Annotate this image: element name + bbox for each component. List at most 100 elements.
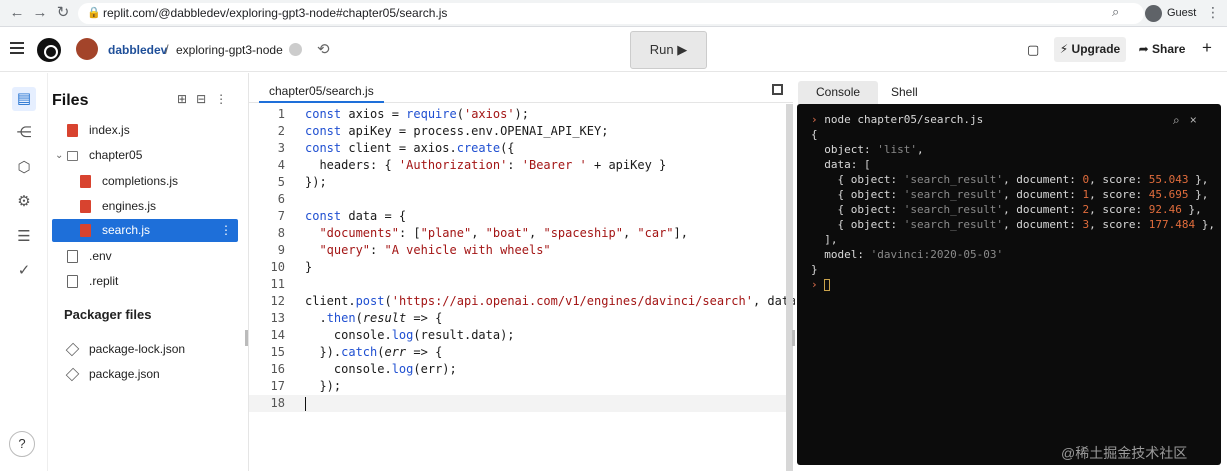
editor-scrollbar[interactable] xyxy=(786,104,793,471)
browser-toolbar: ← → ↻ 🔒 replit.com/@dabbledev/exploring-… xyxy=(0,0,1227,27)
search-icon[interactable]: ⌕ xyxy=(1173,113,1180,127)
code-editor: chapter05/search.js 1 const axios = requi… xyxy=(248,73,804,471)
back-icon[interactable]: ← xyxy=(8,4,26,22)
console-tab-bar: Console Shell xyxy=(795,73,1227,104)
console-line: } xyxy=(811,263,818,276)
chevron-down-icon: ⌄ xyxy=(55,150,64,161)
code-line: 3 const client = axios.create({ xyxy=(277,141,515,155)
file-item[interactable]: index.js xyxy=(52,119,238,142)
file-name: package-lock.json xyxy=(89,342,186,356)
file-name: package.json xyxy=(89,367,160,381)
database-icon[interactable]: ☰ xyxy=(12,225,36,249)
js-file-icon xyxy=(80,224,91,237)
packages-icon[interactable]: ⬡ xyxy=(12,156,36,180)
zoom-icon[interactable]: ⌕ xyxy=(1112,4,1119,20)
file-menu-icon[interactable]: ⋮ xyxy=(220,219,232,242)
package-icon xyxy=(65,342,80,357)
packager-file-item[interactable]: package.json xyxy=(52,363,238,386)
file-name: completions.js xyxy=(102,174,179,188)
avatar[interactable] xyxy=(76,38,98,60)
new-file-icon[interactable]: ⊞ xyxy=(177,92,187,106)
file-item[interactable]: .replit xyxy=(52,270,238,293)
code-line: 15 }).catch(err => { xyxy=(270,345,443,359)
file-item[interactable]: engines.js xyxy=(52,195,238,218)
console-cursor xyxy=(824,279,831,291)
tab-shell[interactable]: Shell xyxy=(873,81,936,104)
code-line: 11 xyxy=(270,277,285,291)
close-icon[interactable]: × xyxy=(1190,113,1197,127)
files-actions: ⊞ ⊟ ⋮ xyxy=(177,92,236,106)
profile-button[interactable]: Guest xyxy=(1145,3,1201,24)
watermark: @稀土掘金技术社区 xyxy=(1061,445,1188,461)
file-name: .replit xyxy=(89,274,119,288)
console-line: ], xyxy=(811,233,838,246)
upgrade-button[interactable]: ⚡ Upgrade xyxy=(1054,37,1126,62)
url-text: replit.com/@dabbledev/exploring-gpt3-nod… xyxy=(103,6,448,20)
console-line: { object: 'search_result', document: 3, … xyxy=(811,218,1216,231)
editor-tab-bar: chapter05/search.js xyxy=(249,73,793,103)
repl-name[interactable]: exploring-gpt3-node xyxy=(176,43,283,57)
text-cursor xyxy=(305,396,306,411)
code-area[interactable]: 1 const axios = require('axios'); 2 const … xyxy=(249,104,804,471)
code-line: 5}); xyxy=(277,175,327,189)
help-icon[interactable]: ? xyxy=(9,431,35,457)
file-name: search.js xyxy=(102,223,151,237)
console-line: › node chapter05/search.js xyxy=(811,113,984,126)
new-folder-icon[interactable]: ⊟ xyxy=(196,92,206,106)
replit-logo-icon[interactable] xyxy=(37,38,61,62)
browser-menu-icon[interactable]: ⋮ xyxy=(1206,4,1220,21)
address-bar[interactable]: 🔒 replit.com/@dabbledev/exploring-gpt3-n… xyxy=(78,3,1144,24)
console-input-line[interactable]: › xyxy=(811,277,831,292)
layout-icon[interactable] xyxy=(772,84,783,95)
code-line: 12 client.post('https://api.openai.com/v1… xyxy=(270,294,804,308)
file-item[interactable]: .env xyxy=(52,245,238,268)
share-button[interactable]: ➦ Share xyxy=(1134,37,1190,62)
files-icon[interactable]: ▤ xyxy=(12,87,36,111)
forward-icon[interactable]: → xyxy=(31,4,49,22)
file-name: index.js xyxy=(89,123,130,137)
code-line: 6 xyxy=(277,192,285,206)
share-label: Share xyxy=(1152,42,1186,56)
console-line: { object: 'search_result', document: 1, … xyxy=(811,188,1209,201)
code-line: 13 .then(result => { xyxy=(270,311,443,325)
packager-file-item[interactable]: package-lock.json xyxy=(52,338,238,361)
file-item[interactable]: completions.js xyxy=(52,170,238,193)
folder-icon xyxy=(67,151,78,161)
history-icon[interactable]: ⟲ xyxy=(317,40,330,58)
package-icon xyxy=(65,367,80,382)
profile-label: Guest xyxy=(1167,7,1197,19)
console-panel: Console Shell ⌕ × › node chapter05/searc… xyxy=(795,73,1227,471)
owner-link[interactable]: dabbledev xyxy=(108,43,167,57)
run-button[interactable]: Run ▶ xyxy=(630,31,707,69)
code-line: 9 "query": "A vehicle with wheels" xyxy=(277,243,551,257)
chat-icon[interactable]: ▢ xyxy=(1027,42,1039,58)
folder-name: chapter05 xyxy=(89,148,143,162)
plus-icon[interactable]: + xyxy=(1202,38,1212,58)
file-name: engines.js xyxy=(102,199,157,213)
folder-item[interactable]: ⌄ chapter05 xyxy=(52,144,238,167)
code-line: 4 headers: { 'Authorization': 'Bearer ' … xyxy=(277,158,667,172)
settings-icon[interactable]: ⚙ xyxy=(12,190,36,214)
code-line: 10} xyxy=(270,260,313,274)
menu-icon[interactable] xyxy=(10,42,24,54)
code-line-current: 18 xyxy=(249,395,793,412)
repl-info-icon[interactable] xyxy=(289,43,302,56)
console-line: { object: 'search_result', document: 0, … xyxy=(811,173,1209,186)
code-line: 7 const data = { xyxy=(277,209,407,223)
share-nodes-icon[interactable]: ⋲ xyxy=(12,121,36,145)
reload-icon[interactable]: ↻ xyxy=(54,4,72,22)
console-line: data: [ xyxy=(811,158,871,171)
breadcrumb-separator: / xyxy=(165,42,169,57)
checkmark-icon[interactable]: ✓ xyxy=(12,259,36,283)
tab-search-js[interactable]: chapter05/search.js xyxy=(259,73,384,103)
code-line: 8 "documents": ["plane", "boat", "spaces… xyxy=(277,226,688,240)
console-line: { object: 'search_result', document: 2, … xyxy=(811,203,1202,216)
console-output[interactable]: ⌕ × › node chapter05/search.js { object:… xyxy=(797,104,1221,465)
file-item-selected[interactable]: search.js ⋮ xyxy=(52,219,238,242)
lock-icon: 🔒 xyxy=(87,7,101,19)
tab-console[interactable]: Console xyxy=(798,81,879,104)
console-actions: ⌕ × xyxy=(1173,113,1197,128)
code-line: 1 const axios = require('axios'); xyxy=(277,107,529,121)
js-file-icon xyxy=(67,124,78,137)
more-icon[interactable]: ⋮ xyxy=(215,92,227,106)
